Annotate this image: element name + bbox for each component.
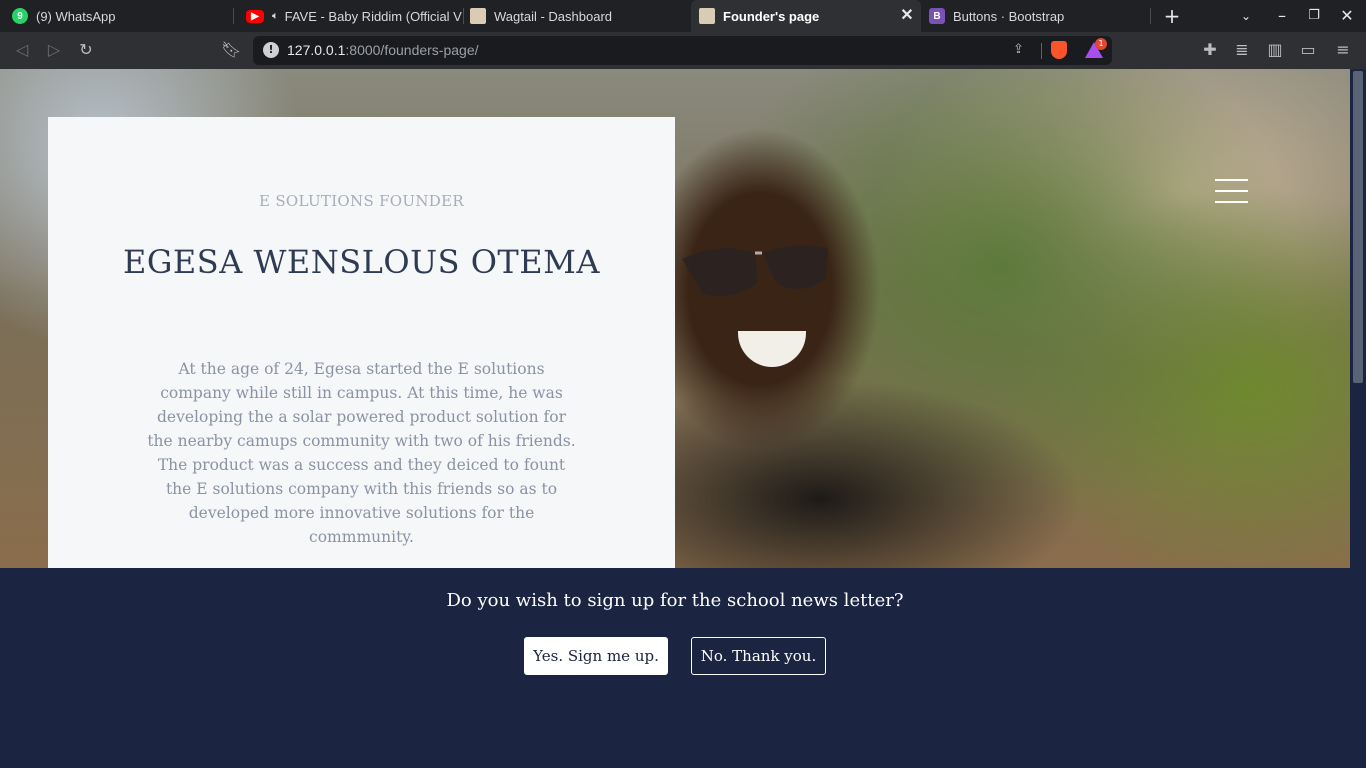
browser-tab-bar: 9 (9) WhatsApp ▶ 🔈︎ FAVE - Baby Riddim (… — [0, 0, 1366, 32]
tab-youtube[interactable]: ▶ 🔈︎ FAVE - Baby Riddim (Official V — [234, 0, 462, 32]
founder-photo — [682, 244, 828, 297]
new-tab-plus-icon[interactable]: + — [1162, 6, 1182, 26]
tab-search-chevron-icon[interactable]: ⌄ — [1236, 6, 1256, 26]
brave-shields-icon[interactable] — [1051, 41, 1067, 59]
bookmark-icon[interactable]: 🔖︎ — [221, 40, 241, 60]
founder-photo-smile — [738, 331, 806, 367]
close-tab-icon[interactable]: ✕ — [899, 8, 915, 24]
share-icon[interactable]: ⇪ — [1013, 42, 1029, 58]
hero-section: E SOLUTIONS FOUNDER EGESA WENSLOUS OTEMA… — [0, 69, 1350, 568]
founder-eyebrow: E SOLUTIONS FOUNDER — [259, 192, 464, 210]
media-playlist-icon[interactable]: ≣ — [1232, 40, 1252, 60]
wagtail-icon — [699, 8, 715, 24]
close-window-icon[interactable]: ✕ — [1337, 6, 1357, 26]
scrollbar-thumb[interactable] — [1353, 71, 1363, 383]
newsletter-section: Do you wish to sign up for the school ne… — [0, 568, 1350, 768]
tab-whatsapp[interactable]: 9 (9) WhatsApp — [0, 0, 232, 32]
tab-label: FAVE - Baby Riddim (Official V — [284, 8, 462, 24]
tab-separator — [1150, 8, 1151, 24]
extensions-icon[interactable]: ✚ — [1200, 40, 1220, 60]
sidebar-icon[interactable]: ▥ — [1265, 40, 1285, 60]
restore-icon[interactable]: ❐ — [1304, 6, 1324, 26]
menu-icon[interactable]: ≡ — [1333, 40, 1353, 60]
founder-name: EGESA WENSLOUS OTEMA — [122, 243, 600, 281]
url-host: 127.0.0.1 — [287, 42, 346, 58]
decline-button[interactable]: No. Thank you. — [691, 637, 826, 675]
tab-label: Wagtail - Dashboard — [494, 8, 613, 24]
back-icon[interactable]: ◁ — [12, 40, 32, 60]
sign-up-button[interactable]: Yes. Sign me up. — [524, 637, 668, 675]
founder-bio: At the age of 24, Egesa started the E so… — [147, 360, 576, 546]
hamburger-menu-icon[interactable] — [1215, 179, 1248, 203]
site-info-icon[interactable]: ! — [263, 42, 279, 58]
speaker-icon[interactable]: 🔈︎ — [272, 10, 279, 23]
address-bar[interactable]: ! 127.0.0.1:8000/founders-page/ ⇪ 1 — [253, 36, 1112, 65]
whatsapp-icon: 9 — [12, 8, 28, 24]
tab-bootstrap[interactable]: B Buttons · Bootstrap — [921, 0, 1149, 32]
wallet-icon[interactable]: ▭ — [1298, 40, 1318, 60]
tab-label: Founder's page — [723, 8, 820, 24]
newsletter-question: Do you wish to sign up for the school ne… — [446, 590, 904, 611]
tab-wagtail-dashboard[interactable]: Wagtail - Dashboard — [464, 0, 690, 32]
url-text[interactable]: 127.0.0.1:8000/founders-page/ — [287, 42, 479, 58]
minimize-icon[interactable]: – — [1272, 6, 1292, 26]
bootstrap-icon: B — [929, 8, 945, 24]
youtube-icon: ▶ — [246, 9, 264, 23]
tab-founders-page[interactable]: Founder's page ✕ — [691, 0, 921, 32]
forward-icon[interactable]: ▷ — [44, 40, 64, 60]
tab-label: Buttons · Bootstrap — [953, 8, 1065, 24]
url-path: :8000/founders-page/ — [345, 42, 479, 58]
browser-toolbar: ◁ ▷ ↻ 🔖︎ ! 127.0.0.1:8000/founders-page/… — [0, 32, 1366, 69]
wagtail-icon — [470, 8, 486, 24]
divider — [1041, 43, 1042, 59]
rewards-badge: 1 — [1095, 38, 1107, 50]
founders-page: E SOLUTIONS FOUNDER EGESA WENSLOUS OTEMA… — [0, 69, 1350, 768]
reload-icon[interactable]: ↻ — [76, 40, 96, 60]
page-scrollbar[interactable] — [1350, 69, 1366, 768]
founder-card: E SOLUTIONS FOUNDER EGESA WENSLOUS OTEMA… — [48, 117, 675, 568]
tab-label: (9) WhatsApp — [36, 8, 116, 24]
